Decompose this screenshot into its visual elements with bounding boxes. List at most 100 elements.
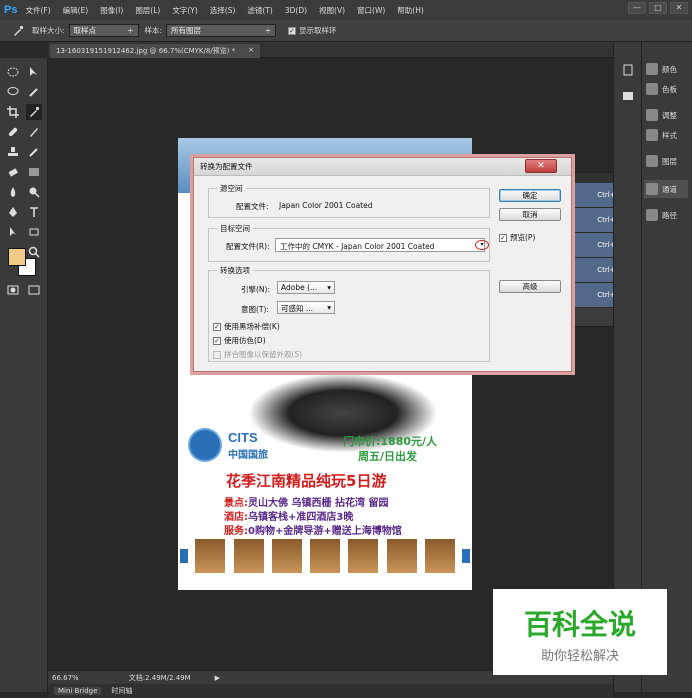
poster-photo — [270, 538, 303, 574]
brush-tool-icon[interactable] — [26, 124, 42, 140]
path-select-tool-icon[interactable] — [5, 224, 21, 240]
screen-mode-icon[interactable] — [26, 282, 42, 298]
menu-view[interactable]: 视图(V) — [319, 5, 345, 16]
maximize-button[interactable]: □ — [649, 2, 667, 14]
sample-label: 样本: — [144, 26, 163, 35]
dialog-title-bar: 转换为配置文件 ✕ — [194, 158, 571, 176]
foreground-color-swatch[interactable] — [8, 248, 26, 266]
arrow-right-icon — [462, 549, 470, 563]
menu-edit[interactable]: 编辑(E) — [63, 5, 89, 16]
adjustments-panel-icon — [646, 109, 658, 121]
zoom-level[interactable]: 66.67% — [52, 674, 79, 682]
menu-window[interactable]: 窗口(W) — [357, 5, 385, 16]
source-profile-label: 配置文件: — [236, 202, 269, 211]
dodge-tool-icon[interactable] — [26, 184, 42, 200]
styles-panel-icon — [646, 129, 658, 141]
info-line: 景点:灵山大佛 乌镇西栅 拈花湾 留园 — [224, 494, 388, 509]
panel-adjustments[interactable]: 调整 — [646, 106, 677, 124]
quick-select-tool-icon[interactable] — [26, 84, 42, 100]
flatten-label: 拼合图像以保留外观(S) — [224, 350, 303, 359]
menu-3d[interactable]: 3D(D) — [285, 6, 307, 15]
lasso-tool-icon[interactable] — [5, 84, 21, 100]
advanced-button[interactable]: 高级 — [499, 280, 561, 293]
ok-button[interactable]: 确定 — [499, 189, 561, 202]
checkbox-checked-icon: ✓ — [499, 233, 507, 242]
destination-profile-select[interactable]: 工作中的 CMYK - Japan Color 2001 Coated — [275, 238, 485, 252]
close-window-button[interactable]: ✕ — [670, 2, 688, 14]
poster-photo — [347, 538, 380, 574]
crop-tool-icon[interactable] — [5, 104, 21, 120]
eraser-tool-icon[interactable] — [5, 164, 21, 180]
intent-select[interactable]: 可感知 ... ▾ — [277, 301, 335, 314]
show-sampling-ring-checkbox[interactable]: ✓ 显示取样环 — [288, 25, 337, 36]
preview-checkbox[interactable]: ✓ 预览(P) — [499, 232, 535, 243]
panel-channels[interactable]: 通道 — [644, 180, 688, 198]
tab-timeline[interactable]: 时间轴 — [107, 686, 136, 696]
quick-mask-icon[interactable] — [5, 282, 21, 298]
chevron-down-icon[interactable]: ▾ — [475, 240, 489, 250]
menu-select[interactable]: 选择(S) — [210, 5, 236, 16]
menu-image[interactable]: 图像(I) — [100, 5, 123, 16]
healing-brush-tool-icon[interactable] — [5, 124, 21, 140]
pen-tool-icon[interactable] — [5, 204, 21, 220]
poster-photo — [385, 538, 418, 574]
panel-styles[interactable]: 样式 — [646, 126, 677, 144]
close-tab-icon[interactable]: × — [248, 46, 254, 56]
source-space-legend: 源空间 — [217, 183, 246, 194]
destination-space-legend: 目标空间 — [217, 223, 253, 234]
eyedropper-icon[interactable] — [10, 23, 26, 39]
panel-swatches[interactable]: 色板 — [646, 80, 677, 98]
gradient-tool-icon[interactable] — [26, 164, 42, 180]
menu-filter[interactable]: 滤镜(T) — [247, 5, 272, 16]
move-tool-icon[interactable] — [26, 64, 42, 80]
dither-checkbox[interactable]: ✓ 使用仿色(D) — [213, 335, 266, 346]
panel-layers[interactable]: 图层 — [646, 152, 677, 170]
color-panel-icon — [646, 63, 658, 75]
marquee-tool-icon[interactable] — [5, 64, 21, 80]
eyedropper-tool-icon[interactable] — [26, 104, 42, 120]
minimize-button[interactable]: — — [628, 2, 646, 14]
sample-size-select[interactable]: 取样点 ÷ — [68, 24, 139, 37]
tour-title: 花季江南精品纯玩5日游 — [226, 472, 387, 490]
dialog-title: 转换为配置文件 — [200, 162, 253, 171]
menu-file[interactable]: 文件(F) — [25, 5, 50, 16]
dialog-close-button[interactable]: ✕ — [525, 159, 557, 173]
cancel-button[interactable]: 取消 — [499, 208, 561, 221]
swatches-panel-icon — [646, 83, 658, 95]
type-tool-icon[interactable] — [26, 204, 42, 220]
tab-mini-bridge[interactable]: Mini Bridge — [54, 687, 102, 695]
history-brush-tool-icon[interactable] — [26, 144, 42, 160]
panel-paths[interactable]: 路径 — [646, 206, 677, 224]
arrow-left-icon — [180, 549, 188, 563]
engine-label: 引擎(N): — [241, 285, 270, 294]
status-menu-arrow-icon[interactable]: ▶ — [215, 674, 220, 682]
layers-panel-icon — [646, 155, 658, 167]
sample-size-value: 取样点 — [73, 26, 97, 35]
menu-layer[interactable]: 图层(L) — [135, 5, 160, 16]
rectangle-tool-icon[interactable] — [26, 224, 42, 240]
checkbox-checked-icon: ✓ — [213, 322, 221, 331]
checkbox-unchecked-icon — [213, 350, 221, 359]
chevron-down-icon: ÷ — [127, 26, 134, 35]
tools-panel — [0, 58, 48, 692]
brand-subtitle: 中国国旅 — [228, 450, 268, 461]
panel-label: 调整 — [662, 110, 677, 120]
document-tab-bar: 13-160319151912462.jpg @ 66.7%(CMYK/8/预览… — [48, 42, 613, 58]
properties-panel-icon[interactable] — [620, 88, 636, 104]
blur-tool-icon[interactable] — [5, 184, 21, 200]
source-profile-value: Japan Color 2001 Coated — [279, 201, 373, 210]
destination-space-group: 目标空间 配置文件(R): 工作中的 CMYK - Japan Color 20… — [208, 223, 490, 262]
document-tab[interactable]: 13-160319151912462.jpg @ 66.7%(CMYK/8/预览… — [50, 44, 260, 58]
price-text: 门市价:1880元/人 — [343, 435, 438, 448]
black-point-compensation-checkbox[interactable]: ✓ 使用黑场补偿(K) — [213, 321, 280, 332]
engine-select[interactable]: Adobe (... ▾ — [277, 281, 335, 294]
chevron-down-icon: ▾ — [327, 283, 331, 292]
sample-select[interactable]: 所有图层 ÷ — [166, 24, 277, 37]
panel-color[interactable]: 颜色 — [646, 60, 677, 78]
panel-label: 图层 — [662, 156, 677, 166]
menu-help[interactable]: 帮助(H) — [397, 5, 424, 16]
menu-type[interactable]: 文字(Y) — [172, 5, 197, 16]
clone-stamp-tool-icon[interactable] — [5, 144, 21, 160]
app-logo: Ps — [4, 4, 18, 16]
history-panel-icon[interactable] — [620, 62, 636, 78]
